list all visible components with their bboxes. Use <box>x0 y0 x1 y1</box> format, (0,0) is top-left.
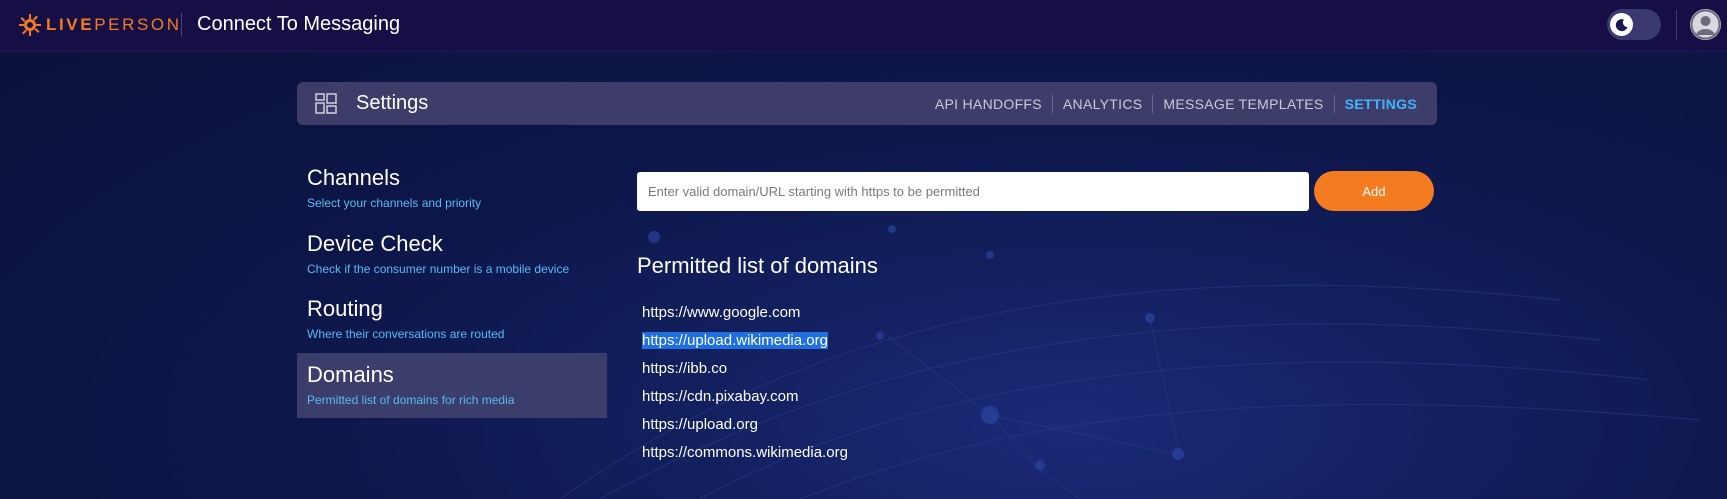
list-item: https://cdn.pixabay.com <box>642 388 799 405</box>
list-item: https://commons.wikimedia.org <box>642 444 848 461</box>
add-domain-button[interactable]: Add <box>1314 171 1434 211</box>
menu-item-title: Channels <box>307 165 400 190</box>
nav-api-handoffs[interactable]: API HANDOFFS <box>925 95 1052 113</box>
list-item: https://ibb.co <box>642 360 728 377</box>
theme-toggle[interactable] <box>1607 9 1661 40</box>
nav-settings[interactable]: SETTINGS <box>1333 94 1427 113</box>
menu-item-title: Device Check <box>307 231 443 256</box>
nav-analytics[interactable]: ANALYTICS <box>1051 94 1152 113</box>
liveperson-logo[interactable]: LIVEPERSON <box>19 14 182 36</box>
menu-item-domains[interactable]: Domains Permitted list of domains for ri… <box>297 353 607 418</box>
menu-item-title: Domains <box>307 362 394 387</box>
list-item: https://upload.org <box>642 416 758 433</box>
app-title: Connect To Messaging <box>197 13 401 35</box>
nav-message-templates[interactable]: MESSAGE TEMPLATES <box>1152 94 1333 113</box>
permitted-domains-title: Permitted list of domains <box>637 253 878 278</box>
menu-item-title: Routing <box>307 296 383 321</box>
dashboard-grid-icon <box>315 93 337 114</box>
moon-icon <box>1615 18 1627 31</box>
list-item: https://www.google.com <box>642 304 801 321</box>
avatar[interactable] <box>1690 9 1721 40</box>
toggle-knob <box>1610 13 1633 36</box>
menu-item-channels[interactable]: Channels Select your channels and priori… <box>297 157 607 222</box>
top-nav: API HANDOFFS ANALYTICS MESSAGE TEMPLATES… <box>925 82 1427 125</box>
header-divider <box>181 13 182 37</box>
logo-text: LIVEPERSON <box>46 15 182 34</box>
menu-item-routing[interactable]: Routing Where their conversations are ro… <box>297 288 607 353</box>
page-title: Settings <box>356 92 429 114</box>
header-divider-right <box>1676 10 1677 40</box>
menu-item-device-check[interactable]: Device Check Check if the consumer numbe… <box>297 223 607 288</box>
list-item: https://upload.wikimedia.org <box>642 332 828 349</box>
top-bar: LIVEPERSON Connect To Messaging <box>0 0 1727 52</box>
menu-item-subtitle: Check if the consumer number is a mobile… <box>307 262 570 276</box>
settings-header-bar: Settings API HANDOFFS ANALYTICS MESSAGE … <box>297 82 1437 125</box>
background-network-graphic <box>559 225 1701 499</box>
domain-input[interactable] <box>637 172 1309 211</box>
menu-item-subtitle: Where their conversations are routed <box>307 327 505 341</box>
menu-item-subtitle: Permitted list of domains for rich media <box>307 393 515 407</box>
user-icon <box>1690 9 1721 40</box>
liveperson-logo-icon <box>19 14 41 36</box>
menu-item-subtitle: Select your channels and priority <box>307 196 482 210</box>
permitted-domains-list: https://www.google.com https://upload.wi… <box>642 303 848 471</box>
